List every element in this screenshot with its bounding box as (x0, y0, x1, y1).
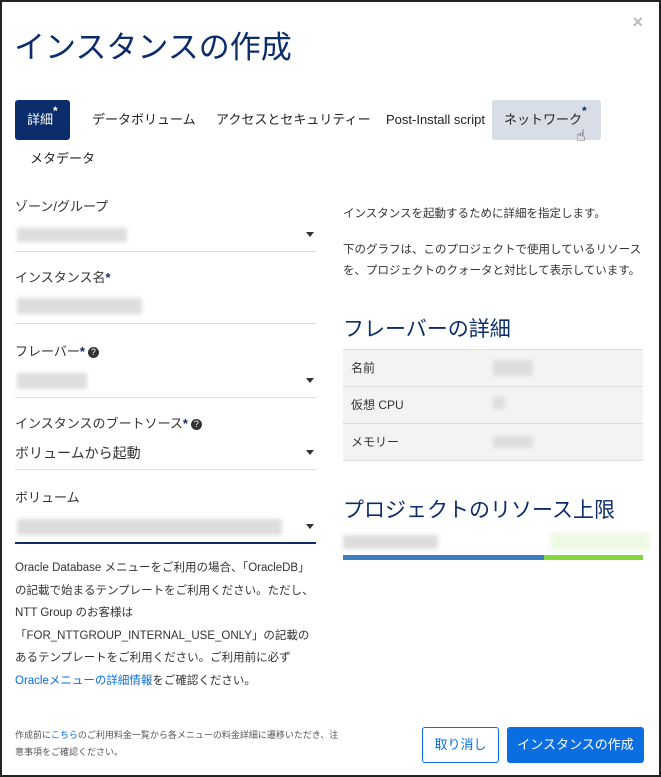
flavor-details-heading: フレーバーの詳細 (343, 318, 511, 341)
intro-text: インスタンスを起動するために詳細を指定します。 (343, 208, 606, 220)
pricing-link[interactable]: こちら (51, 730, 78, 740)
resource-limit-heading: プロジェクトのリソース上限 (343, 499, 615, 522)
tab-data-volume[interactable]: データボリューム (80, 100, 208, 140)
flavor-label: フレーバー*? (15, 341, 99, 360)
note-text: 作成前に (15, 730, 51, 740)
usage-fill (343, 555, 544, 560)
flavor-details-table: 名前 仮想 CPU メモリー (343, 349, 643, 461)
tab-post-install[interactable]: Post-Install script (374, 100, 497, 140)
cancel-button[interactable]: 取り消し (422, 727, 499, 763)
required-mark: * (79, 344, 85, 359)
row-label: メモリー (351, 435, 400, 449)
label-text: フレーバー (15, 344, 80, 359)
chevron-down-icon (306, 450, 314, 455)
table-row: 仮想 CPU (343, 387, 643, 424)
flavor-select[interactable] (15, 364, 316, 398)
table-row: メモリー (343, 424, 643, 461)
dialog-title: インスタンスの作成 (14, 30, 292, 65)
close-icon[interactable]: × (632, 12, 643, 33)
tab-access-security[interactable]: アクセスとセキュリティー (204, 100, 383, 140)
zone-select[interactable] (15, 218, 316, 252)
help-icon[interactable]: ? (190, 419, 202, 431)
required-mark: * (582, 104, 587, 118)
oracle-note: Oracle Database メニューをご利用の場合、「OracleDB」の記… (15, 557, 320, 692)
graph-description: 下のグラフは、このプロジェクトで使用しているリソースを、プロジェクトのクォータと… (343, 244, 642, 277)
table-row: 名前 (343, 350, 643, 387)
chevron-down-icon (306, 378, 314, 383)
oracle-details-link[interactable]: Oracleメニューの詳細情報 (15, 675, 152, 687)
row-label: 仮想 CPU (351, 398, 404, 412)
boot-source-select[interactable]: ボリュームから起動 (15, 436, 316, 470)
required-mark: * (105, 270, 111, 285)
tab-metadata[interactable]: メタデータ (18, 139, 107, 179)
volume-select[interactable] (15, 510, 316, 544)
resource-usage-bar (343, 555, 643, 560)
label-text: インスタンスのブートソース (15, 416, 183, 431)
chevron-down-icon (306, 232, 314, 237)
label-text: インスタンス名 (15, 270, 106, 285)
create-instance-button[interactable]: インスタンスの作成 (507, 727, 644, 763)
instance-name-label: インスタンス名* (15, 267, 111, 286)
help-icon[interactable]: ? (87, 347, 99, 359)
required-mark: * (182, 416, 188, 431)
chevron-down-icon (306, 524, 314, 529)
tab-label: ネットワーク (504, 112, 583, 127)
instance-name-input[interactable] (15, 290, 316, 324)
footer-note: 作成前にこちらのご利用料金一覧から各メニューの料金詳細に遷移いただき、注意事項を… (15, 727, 345, 761)
required-mark: * (53, 104, 58, 118)
tab-label: 詳細 (27, 112, 54, 127)
row-label: 名前 (351, 361, 376, 375)
volume-label: ボリューム (15, 490, 80, 505)
tab-details[interactable]: 詳細* (15, 100, 70, 140)
selected-value: ボリュームから起動 (15, 445, 141, 461)
boot-source-label: インスタンスのブートソース*? (15, 413, 202, 432)
note-text: をご確認ください。 (152, 674, 256, 687)
hand-cursor-icon: ☝ (576, 128, 586, 145)
note-text: Oracle Database メニューをご利用の場合、「OracleDB」の記… (15, 562, 314, 664)
zone-label: ゾーン/グループ (15, 199, 109, 214)
